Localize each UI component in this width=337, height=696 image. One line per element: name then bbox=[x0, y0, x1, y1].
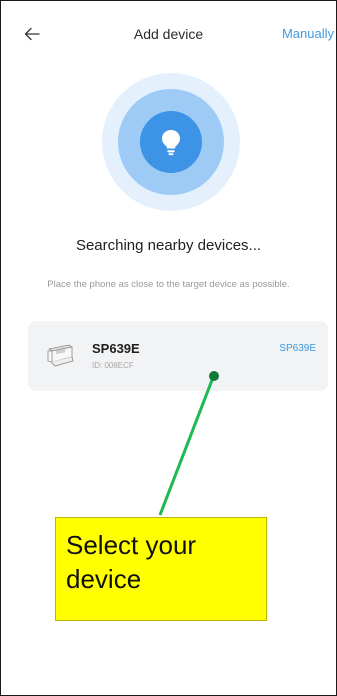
device-name: SP639E bbox=[92, 341, 140, 356]
radar-ring bbox=[118, 89, 224, 195]
device-model-tag: SP639E bbox=[279, 343, 316, 354]
pointer-line bbox=[158, 374, 216, 516]
device-list-item[interactable]: SP639E ID: 008ECF SP639E bbox=[28, 321, 328, 391]
annotation-callout: Select your device bbox=[55, 517, 267, 621]
search-radar bbox=[102, 73, 240, 211]
radar-core bbox=[140, 111, 202, 173]
search-hint: Place the phone as close to the target d… bbox=[47, 279, 290, 290]
phone-screen: Add device Manually Searching nearby dev… bbox=[0, 0, 337, 696]
manually-button[interactable]: Manually bbox=[282, 26, 334, 41]
printer-icon bbox=[47, 344, 74, 367]
device-id: ID: 008ECF bbox=[92, 361, 134, 370]
search-status: Searching nearby devices... bbox=[75, 237, 262, 254]
top-bar: Add device Manually bbox=[1, 1, 336, 65]
lightbulb-icon bbox=[162, 130, 180, 156]
